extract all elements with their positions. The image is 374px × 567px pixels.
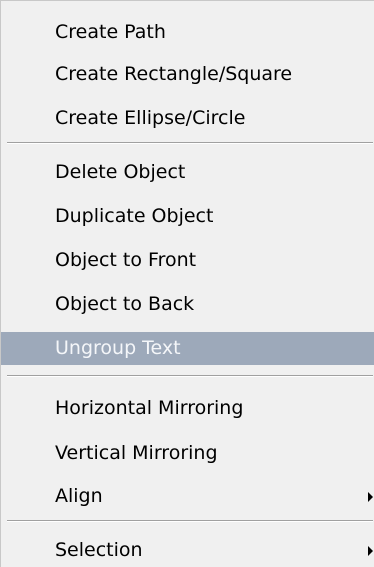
menu-item-label: Create Path	[55, 21, 166, 43]
menu-item-align[interactable]: Align	[1, 480, 374, 513]
context-menu: Create Path Create Rectangle/Square Crea…	[0, 0, 374, 567]
menu-item-label: Create Ellipse/Circle	[55, 107, 246, 129]
chevron-right-icon	[368, 546, 373, 556]
menu-separator	[7, 375, 373, 377]
menu-item-object-to-back[interactable]: Object to Back	[1, 288, 374, 321]
chevron-right-icon	[368, 492, 373, 502]
menu-item-label: Vertical Mirroring	[55, 442, 218, 464]
menu-item-label: Delete Object	[55, 161, 186, 183]
menu-item-label: Selection	[55, 539, 143, 561]
menu-item-duplicate-object[interactable]: Duplicate Object	[1, 200, 374, 233]
menu-item-delete-object[interactable]: Delete Object	[1, 156, 374, 189]
menu-item-label: Ungroup Text	[55, 337, 181, 359]
menu-item-horizontal-mirroring[interactable]: Horizontal Mirroring	[1, 392, 374, 425]
menu-item-label: Horizontal Mirroring	[55, 397, 244, 419]
menu-item-label: Object to Front	[55, 249, 197, 271]
menu-item-create-path[interactable]: Create Path	[1, 16, 374, 49]
menu-item-label: Align	[55, 485, 103, 507]
menu-item-ungroup-text: Ungroup Text	[1, 332, 374, 365]
menu-item-vertical-mirroring[interactable]: Vertical Mirroring	[1, 437, 374, 470]
menu-item-create-ellipse-circle[interactable]: Create Ellipse/Circle	[1, 102, 374, 135]
menu-item-label: Create Rectangle/Square	[55, 63, 293, 85]
menu-item-create-rectangle-square[interactable]: Create Rectangle/Square	[1, 58, 374, 91]
menu-item-label: Object to Back	[55, 293, 195, 315]
menu-separator	[7, 520, 373, 522]
menu-separator	[7, 142, 373, 144]
menu-item-label: Duplicate Object	[55, 205, 214, 227]
menu-item-object-to-front[interactable]: Object to Front	[1, 244, 374, 277]
menu-item-selection[interactable]: Selection	[1, 534, 374, 567]
